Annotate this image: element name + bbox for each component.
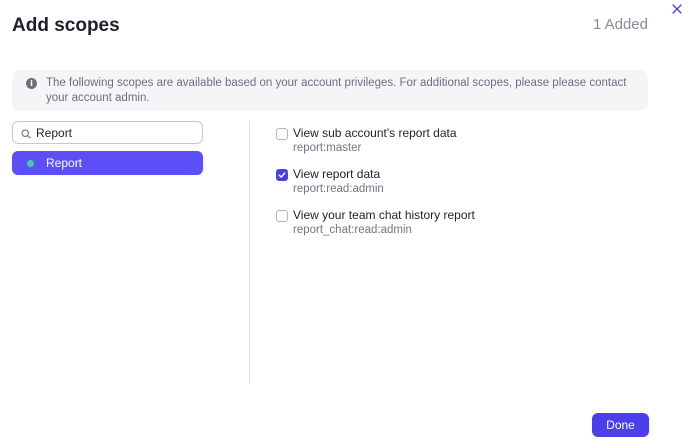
info-banner: i The following scopes are available bas… xyxy=(12,70,648,111)
status-dot xyxy=(27,159,34,167)
info-text: The following scopes are available based… xyxy=(46,77,627,104)
scope-title: View your team chat history report xyxy=(293,208,475,222)
added-count: 1 Added xyxy=(592,16,648,33)
scope-list: View sub account's report data report:ma… xyxy=(276,126,656,249)
scope-title: View sub account's report data xyxy=(293,126,457,140)
category-label: Report xyxy=(46,156,83,170)
scope-code: report_chat:read:admin xyxy=(293,224,412,236)
scope-checkbox[interactable] xyxy=(276,169,288,181)
scope-item: View report data report:read:admin xyxy=(276,167,656,208)
scope-title: View report data xyxy=(293,167,381,181)
scope-code: report:read:admin xyxy=(293,183,384,195)
checkmark-icon xyxy=(278,172,286,178)
divider xyxy=(249,121,250,384)
scope-checkbox[interactable] xyxy=(276,128,288,140)
info-icon: i xyxy=(26,78,37,89)
dialog-title: Add scopes xyxy=(12,15,120,36)
category-item-report[interactable]: Report xyxy=(12,151,203,175)
search-icon xyxy=(21,129,31,139)
scope-code: report:master xyxy=(293,142,362,154)
close-button[interactable] xyxy=(668,0,686,18)
done-button[interactable]: Done xyxy=(592,413,649,437)
scope-checkbox[interactable] xyxy=(276,210,288,222)
scope-item: View sub account's report data report:ma… xyxy=(276,126,656,167)
search-box[interactable] xyxy=(12,121,203,144)
search-input[interactable] xyxy=(36,125,196,140)
close-icon xyxy=(672,4,682,14)
scope-item: View your team chat history report repor… xyxy=(276,208,656,249)
